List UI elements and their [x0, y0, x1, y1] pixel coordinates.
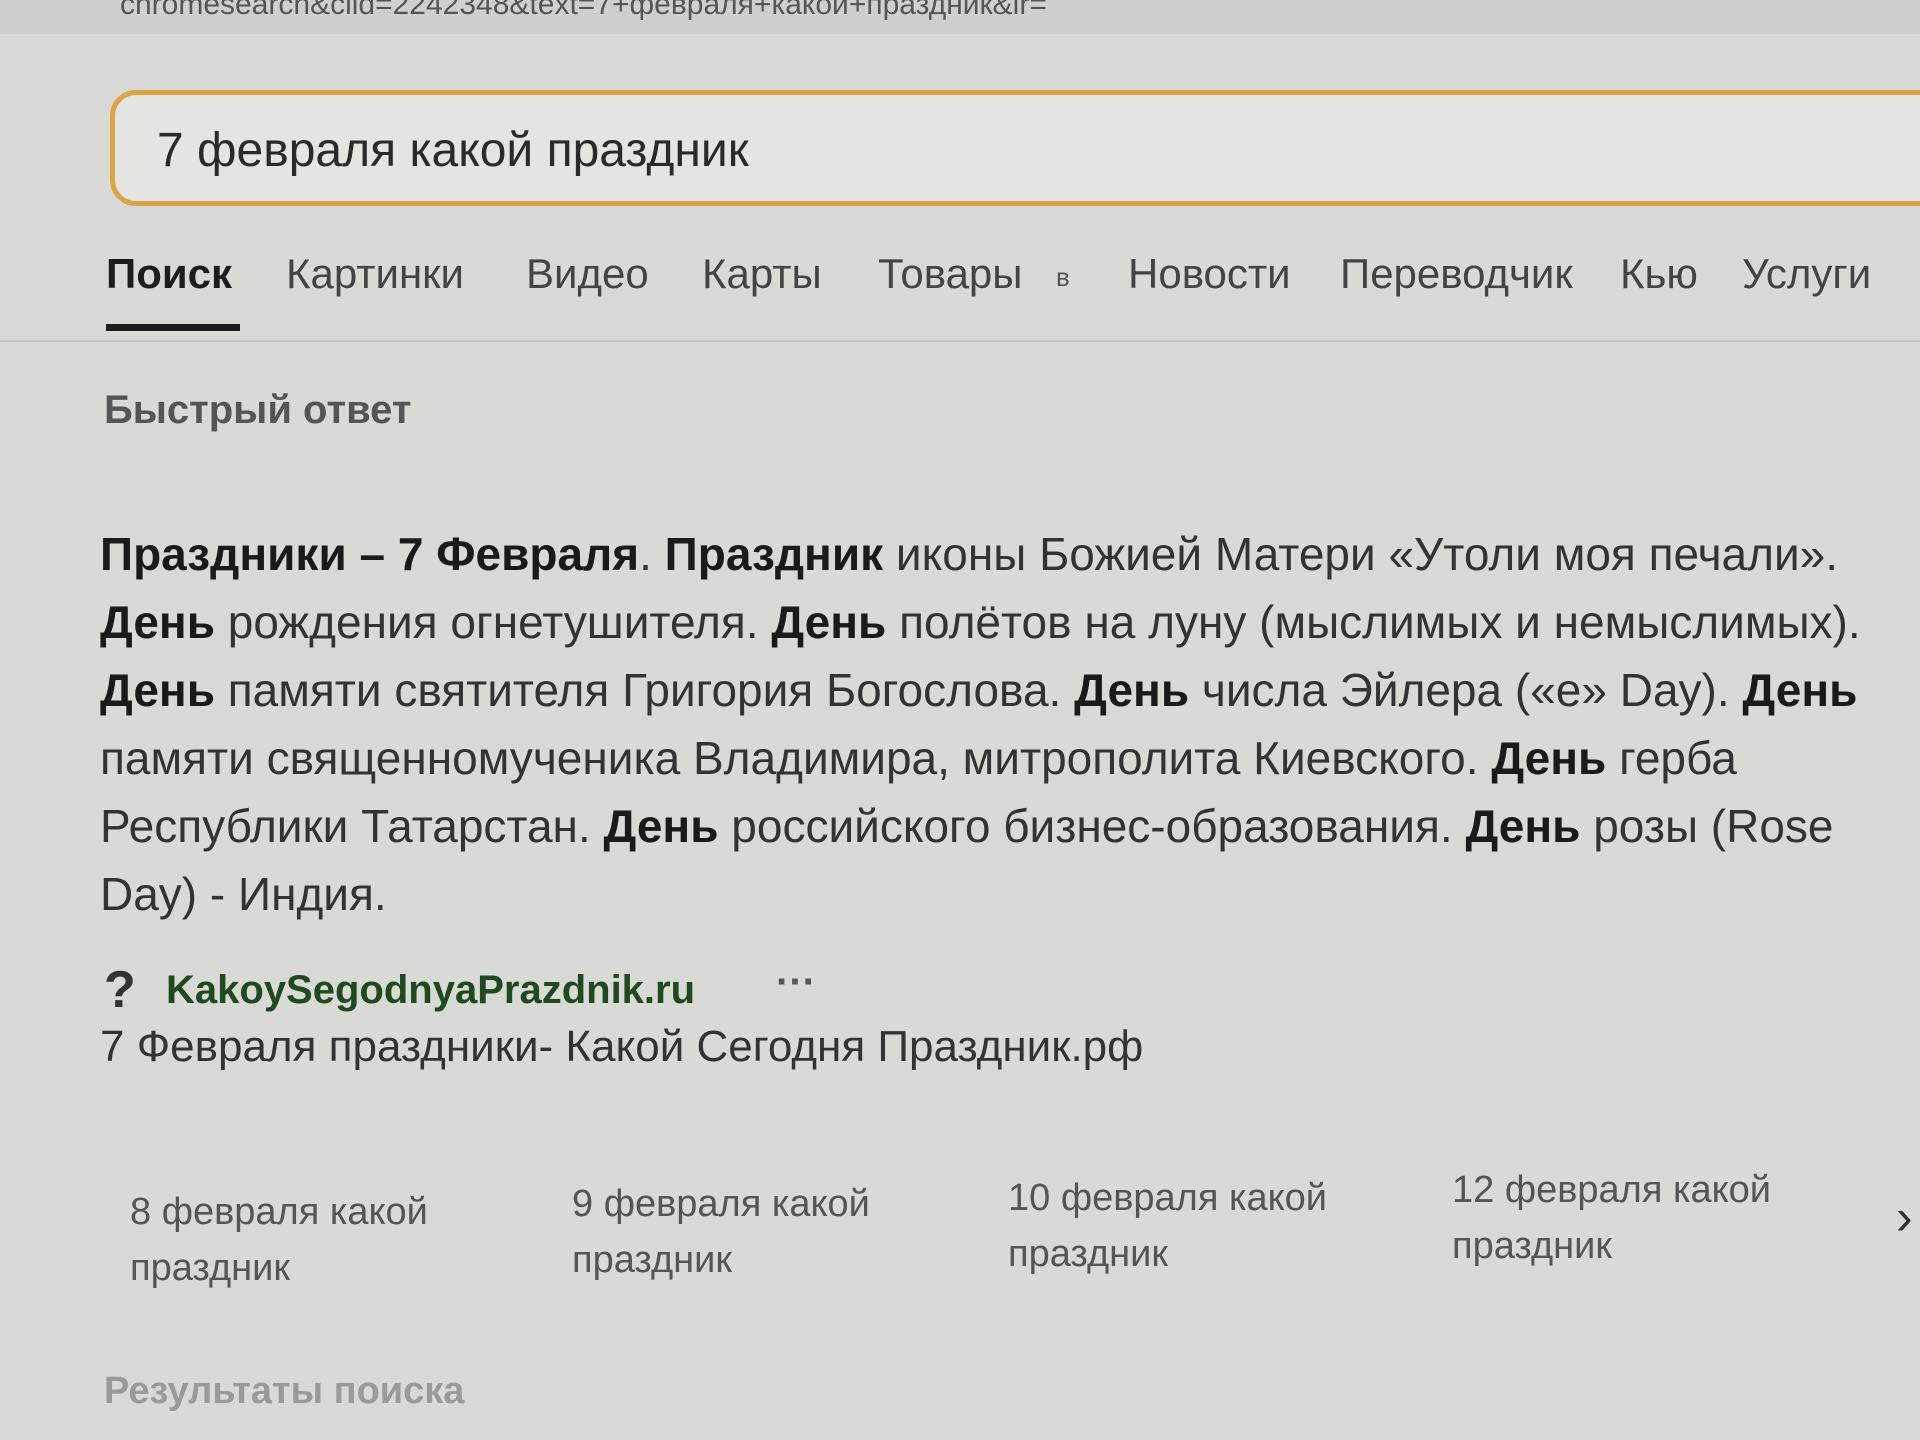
answer-text: российского бизнес-образования.: [718, 800, 1466, 852]
answer-keyword: День: [1742, 664, 1858, 716]
answer-keyword: День: [1491, 732, 1607, 784]
products-badge: в: [1056, 262, 1070, 292]
address-bar-url: chromesearch&clid=2242348&text=7+февраля…: [120, 0, 1047, 21]
related-search-item[interactable]: 12 февраля какой праздник: [1452, 1162, 1832, 1274]
answer-text: памяти святителя Григория Богослова.: [214, 664, 1075, 716]
related-search-item[interactable]: 8 февраля какой праздник: [130, 1184, 510, 1296]
tab-maps[interactable]: Карты: [702, 250, 822, 298]
answer-text: .: [639, 528, 665, 580]
source-title-link[interactable]: 7 Февраля праздники- Какой Сегодня Празд…: [100, 1022, 1143, 1072]
tab-products[interactable]: Товары: [878, 250, 1022, 298]
more-options-icon[interactable]: ···: [776, 960, 816, 1005]
answer-keyword: День: [603, 800, 719, 852]
tab-images[interactable]: Картинки: [286, 250, 464, 298]
quick-answer-text: Праздники – 7 Февраля. Праздник иконы Бо…: [100, 520, 1910, 928]
source-domain-link[interactable]: KakoySegodnyaPrazdnik.ru: [166, 968, 695, 1013]
answer-text: числа Эйлера («e» Day).: [1189, 664, 1743, 716]
answer-keyword: День: [1074, 664, 1190, 716]
answer-keyword: Праздники – 7 Февраля: [100, 528, 640, 580]
tab-news[interactable]: Новости: [1128, 250, 1291, 298]
related-searches: 8 февраля какой праздник 9 февраля какой…: [0, 1169, 1920, 1310]
related-search-item[interactable]: 10 февраля какой праздник: [1008, 1170, 1388, 1282]
quick-answer-title: Быстрый ответ: [104, 388, 412, 432]
answer-keyword: День: [100, 596, 215, 648]
answer-text: памяти священномученика Владимира, митро…: [100, 732, 1492, 784]
answer-keyword: День: [771, 596, 887, 648]
tab-services[interactable]: Услуги: [1742, 250, 1871, 298]
answer-text: иконы Божией Матери «Утоли моя печали».: [883, 528, 1839, 580]
answer-keyword: Праздник: [664, 528, 884, 580]
answer-text: рождения огнетушителя.: [214, 596, 772, 648]
tab-video[interactable]: Видео: [526, 250, 649, 298]
search-tabs: Поиск Картинки Видео Карты Товары в Ново…: [0, 240, 1920, 342]
search-input[interactable]: [155, 119, 1659, 181]
active-tab-indicator: [106, 324, 240, 331]
answer-keyword: День: [100, 664, 215, 716]
tab-search[interactable]: Поиск: [106, 250, 232, 298]
tab-q[interactable]: Кью: [1620, 250, 1698, 298]
site-favicon-icon: ?: [104, 961, 136, 1019]
tab-translator[interactable]: Переводчик: [1340, 250, 1573, 298]
chevron-right-icon[interactable]: ›: [1896, 1188, 1913, 1246]
answer-text: полётов на луну (мыслимых и немыслимых).: [886, 596, 1861, 648]
search-box[interactable]: [110, 90, 1920, 206]
search-results-title: Результаты поиска: [104, 1370, 465, 1412]
address-bar[interactable]: chromesearch&clid=2242348&text=7+февраля…: [0, 0, 1920, 34]
answer-keyword: День: [1465, 800, 1581, 852]
related-search-item[interactable]: 9 февраля какой праздник: [572, 1176, 952, 1288]
